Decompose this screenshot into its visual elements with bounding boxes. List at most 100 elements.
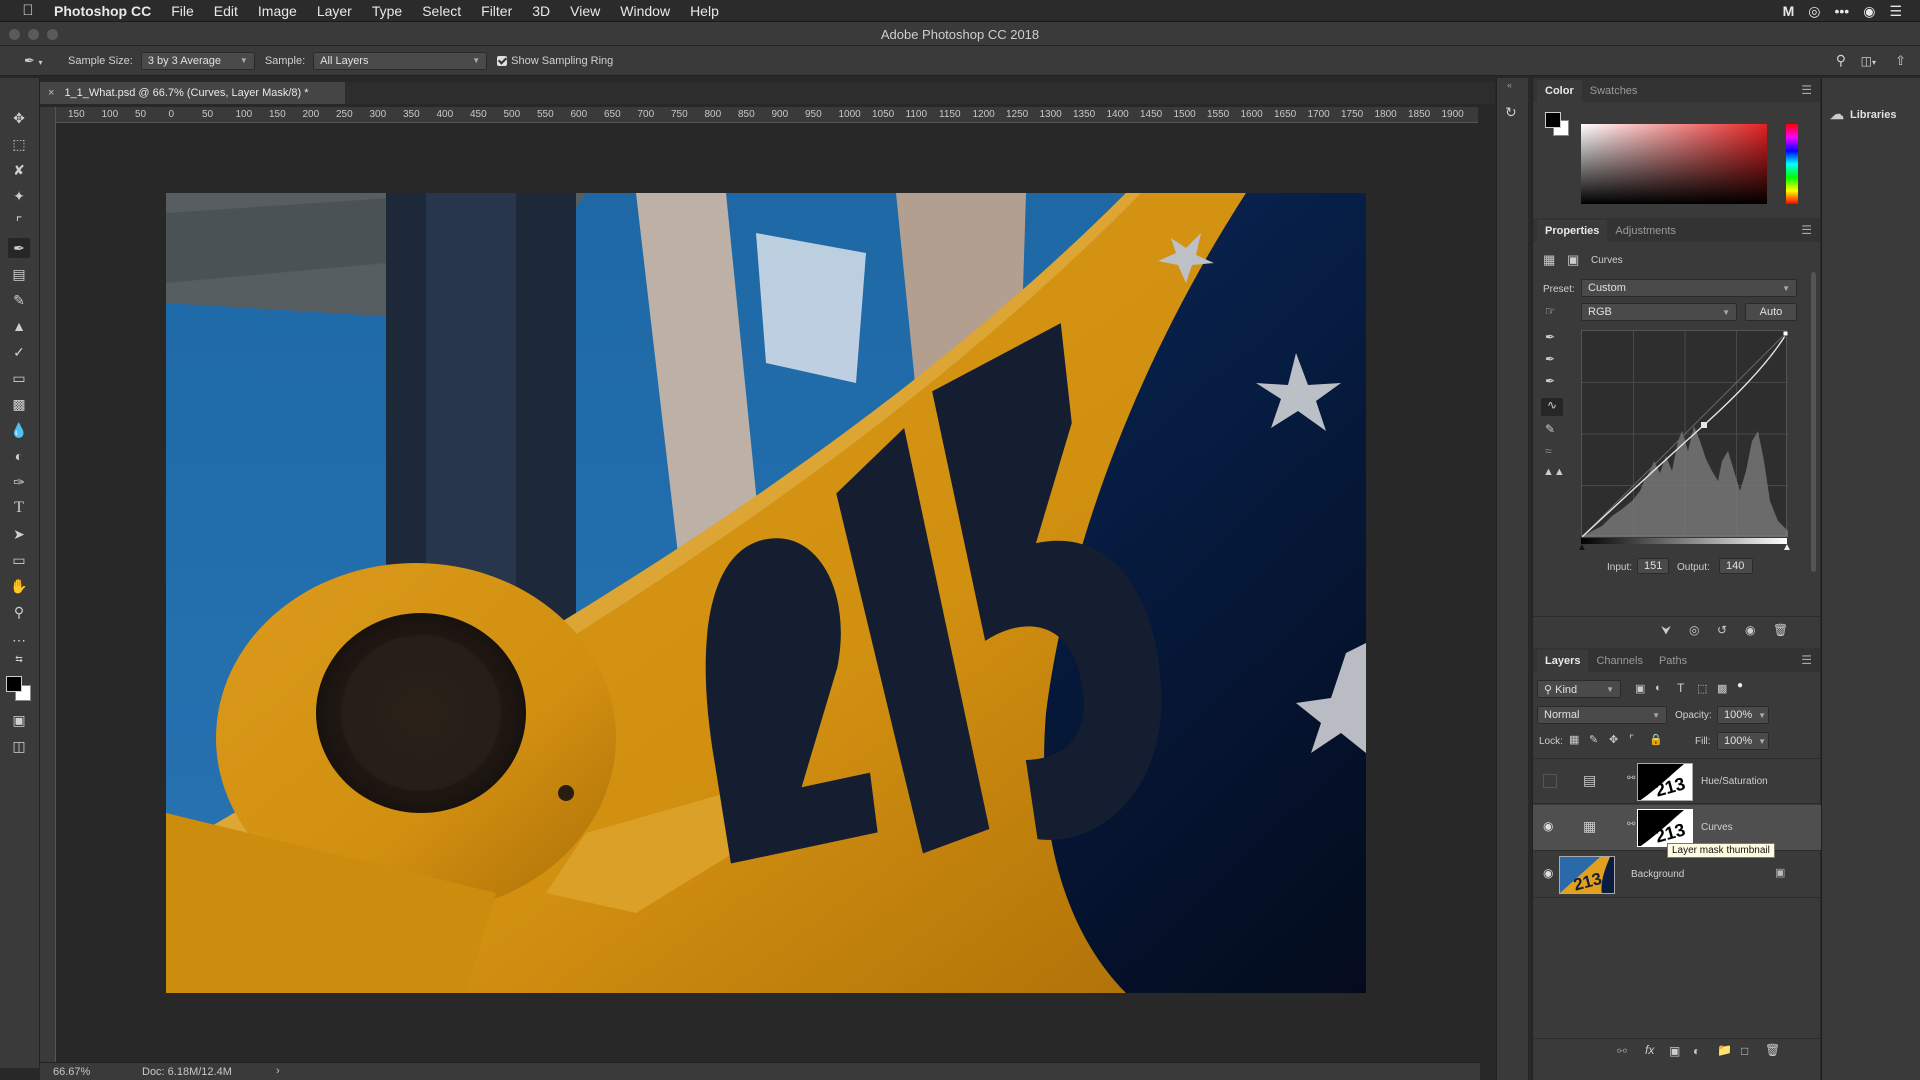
type-tool-icon[interactable]: T [8,498,30,518]
more-icon[interactable]: ••• [1835,3,1850,19]
visibility-toggle-empty[interactable] [1543,774,1557,788]
eraser-tool-icon[interactable]: ▭ [8,368,30,388]
quick-select-tool-icon[interactable]: ✦ [8,186,30,206]
tab-adjustments[interactable]: Adjustments [1607,220,1684,242]
filter-smart-object-icon[interactable]: ▩ [1717,682,1727,695]
link-layers-icon[interactable]: ⚯ [1617,1044,1627,1058]
auto-button[interactable]: Auto [1745,303,1797,321]
document-image[interactable] [166,193,1366,993]
hand-tool-icon[interactable]: ✋ [8,576,30,596]
lock-position-icon[interactable]: ✥ [1609,733,1618,746]
preset-dropdown[interactable]: Custom ▼ [1581,279,1797,297]
menu-type[interactable]: Type [372,3,402,19]
zoom-tool-icon[interactable]: ⚲ [8,602,30,622]
tab-properties[interactable]: Properties [1537,220,1608,242]
clone-stamp-tool-icon[interactable]: ▲ [8,316,30,336]
chain-link-icon[interactable]: ⚯ [1627,773,1635,784]
sampling-ring-checkbox[interactable] [497,55,508,66]
globe-icon[interactable]: ◎ [1808,3,1820,20]
visibility-eye-icon[interactable]: ◉ [1745,623,1755,637]
reset-icon[interactable]: ↺ [1717,623,1727,637]
hue-slider[interactable] [1786,124,1798,204]
lock-all-icon[interactable]: 🔒 [1649,733,1663,746]
white-point-eyedropper-icon[interactable]: ✒ [1545,374,1555,388]
collapse-panels-icon[interactable]: « [1507,80,1512,90]
menu-select[interactable]: Select [422,3,461,19]
tab-layers[interactable]: Layers [1537,650,1589,672]
eye-visibility-icon[interactable]: ◉ [1543,819,1553,833]
layer-name[interactable]: Background [1631,869,1684,880]
tab-paths[interactable]: Paths [1651,650,1695,672]
rectangle-tool-icon[interactable]: ▭ [8,550,30,570]
gradient-tool-icon[interactable]: ▩ [8,394,30,414]
layer-thumbnail[interactable]: 213 [1559,856,1615,894]
brush-tool-icon[interactable]: ✎ [8,290,30,310]
menu-help[interactable]: Help [690,3,719,19]
filter-toggle-icon[interactable]: ● [1737,680,1743,691]
panel-menu-icon[interactable]: ☰ [1801,223,1812,237]
more-tools-icon[interactable]: ⋯ [8,630,30,650]
document-tab[interactable]: × 1_1_What.psd @ 66.7% (Curves, Layer Ma… [40,82,345,104]
blend-mode-dropdown[interactable]: Normal ▼ [1537,706,1667,724]
marquee-tool-icon[interactable]: ⬚ [8,134,30,154]
lasso-tool-icon[interactable]: ✘ [8,160,30,180]
targeted-adjust-icon[interactable]: ☞ [1545,304,1556,318]
panel-menu-icon[interactable]: ☰ [1801,653,1812,667]
black-slider-icon[interactable]: ▲ [1577,542,1587,553]
clipping-warning-icon[interactable]: ▲▲ [1543,466,1565,478]
screen-mode-icon[interactable]: ◫ [8,736,30,756]
menu-3d[interactable]: 3D [532,3,550,19]
app-menu[interactable]: Photoshop CC [54,3,151,19]
vertical-ruler[interactable] [40,107,56,1067]
sample-size-dropdown[interactable]: 3 by 3 Average ▼ [140,51,255,70]
gray-point-eyedropper-icon[interactable]: ✒ [1545,352,1555,366]
swap-colors-icon[interactable]: ⇆ [8,653,30,665]
menu-edit[interactable]: Edit [214,3,238,19]
input-field[interactable]: 151 [1637,558,1669,574]
foreground-color-swatch[interactable] [6,676,22,692]
blur-tool-icon[interactable]: 💧 [8,420,30,440]
healing-brush-tool-icon[interactable]: ▤ [8,264,30,284]
chevron-right-icon[interactable]: › [276,1065,280,1077]
layer-name[interactable]: Hue/Saturation [1701,776,1768,787]
layer-row-hue-saturation[interactable]: ▤ ⚯ 213 Hue/Saturation [1533,758,1821,804]
menu-filter[interactable]: Filter [481,3,512,19]
filter-adjustment-icon[interactable]: ◐ [1655,682,1662,694]
panel-menu-icon[interactable]: ☰ [1801,83,1812,97]
eyedropper-preset-icon[interactable]: ✒ ▾ [24,53,52,69]
eye-visibility-icon[interactable]: ◉ [1543,866,1553,880]
workspace-icon[interactable]: ◫▾ [1861,54,1876,68]
share-icon[interactable]: ⇧ [1895,53,1906,69]
notification-list-icon[interactable]: ☰ [1889,3,1902,20]
filter-shape-icon[interactable]: ⬚ [1697,682,1707,695]
libraries-button[interactable]: ☁ Libraries [1830,106,1896,123]
lock-transparent-icon[interactable]: ▦ [1569,733,1579,746]
path-selection-tool-icon[interactable]: ➤ [8,524,30,544]
menu-layer[interactable]: Layer [317,3,352,19]
curve-points-icon[interactable]: ∿ [1541,398,1563,416]
menu-image[interactable]: Image [258,3,297,19]
horizontal-ruler[interactable]: 150 100 50 0 50 100 150 200 250 300 350 400 450 500 55… [58,107,1478,123]
chain-link-icon[interactable]: ⚯ [1627,819,1635,830]
history-panel-icon[interactable]: ↻ [1505,104,1517,121]
curves-graph[interactable] [1581,330,1789,538]
eyedropper-tool-icon[interactable]: ✒ [8,238,30,258]
fill-field[interactable]: 100% ▼ [1717,732,1769,750]
dodge-tool-icon[interactable]: ◐ [8,446,30,466]
properties-scrollbar[interactable] [1811,272,1816,572]
mail-icon[interactable]: M [1783,3,1795,19]
menu-window[interactable]: Window [620,3,670,19]
output-field[interactable]: 140 [1719,558,1753,574]
tab-swatches[interactable]: Swatches [1582,80,1646,102]
mask-icon[interactable]: ▣ [1567,252,1579,268]
tab-color[interactable]: Color [1537,80,1582,102]
quick-mask-icon[interactable]: ▣ [8,710,30,730]
add-layer-style-icon[interactable]: fx [1645,1043,1654,1057]
clip-to-layer-icon[interactable]: ⮟ [1661,623,1671,638]
layer-name[interactable]: Curves [1701,822,1733,833]
trash-icon[interactable]: 🗑 [1765,1043,1780,1057]
pencil-draw-icon[interactable]: ✎ [1545,422,1555,436]
layer-row-background[interactable]: ◉ 213 Background ▣ [1533,852,1821,898]
filter-type-icon[interactable]: T [1677,681,1684,695]
new-group-icon[interactable]: 📁 [1717,1043,1732,1057]
